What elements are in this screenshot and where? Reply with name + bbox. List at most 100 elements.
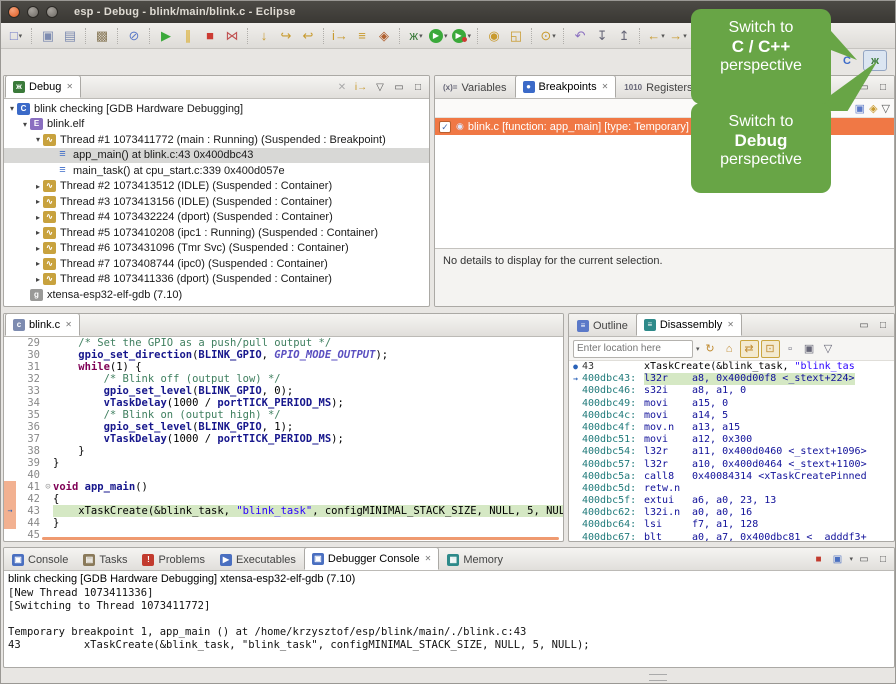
forward-dropdown-arrow[interactable]: ▾ [683,32,687,40]
disassembly-row[interactable]: →400dbc43:l32ra8, 0x400d00f8 <_stext+224… [569,373,894,385]
sync-with-active-context-icon[interactable]: ⇄ [740,340,759,358]
debug-tree-row[interactable]: ▸∿Thread #3 1073413156 (IDLE) (Suspended… [4,194,429,210]
debug-tab-debug[interactable]: жDebug✕ [5,75,81,98]
previous-annotation-icon[interactable]: ↥ [614,27,634,45]
instruction-stepping-mode-icon[interactable]: i→ [330,27,350,45]
editor-line[interactable]: 32 /* Blink off (output low) */ [4,373,563,385]
build-icon[interactable]: ▩ [92,27,112,45]
view-menu-icon[interactable]: ▽ [882,102,890,115]
disassembly-row[interactable]: 400dbc54:l32ra11, 0x400d0460 <_stext+109… [569,446,894,458]
editor-horizontal-scrollbar[interactable] [42,537,559,540]
search-icon[interactable]: ⊙▾ [538,27,558,45]
open-type-icon[interactable]: ◉ [484,27,504,45]
editor-line[interactable]: 42{ [4,493,563,505]
tab-close-icon[interactable]: ✕ [602,82,609,91]
debug-tree-row[interactable]: ▸∿Thread #7 1073408744 (ipc0) (Suspended… [4,256,429,272]
run-dropdown-arrow[interactable]: ▾ [444,32,448,40]
tab-close-icon[interactable]: ✕ [65,320,72,329]
editor-line[interactable]: 35 /* Blink on (output high) */ [4,409,563,421]
debug-tree-row[interactable]: ▸∿Thread #5 1073410208 (ipc1 : Running) … [4,225,429,241]
console-tab-tasks[interactable]: ▤Tasks [76,550,134,570]
terminate-button[interactable]: ■ [810,551,826,567]
right-tab-registers[interactable]: 1010Registers [617,78,699,98]
debug-tree-row[interactable]: gxtensa-esp32-elf-gdb (7.10) [4,287,429,303]
group-by-icon[interactable]: ◈ [869,102,877,115]
console-tab-debugger-console[interactable]: ▣Debugger Console✕ [304,547,439,570]
editor-line[interactable]: 34 vTaskDelay(1000 / portTICK_PERIOD_MS)… [4,397,563,409]
show-full-paths-icon[interactable]: ▣ [855,102,865,115]
new-wizard-icon[interactable]: □▾ [6,27,26,45]
tree-expand-arrow[interactable]: ▸ [33,244,43,253]
console-tab-problems[interactable]: !Problems [135,550,211,570]
tree-expand-arrow[interactable]: ▾ [20,120,30,129]
debug-tree-row[interactable]: ▸∿Thread #6 1073431096 (Tmr Svc) (Suspen… [4,241,429,257]
breakpoint-marker-icon[interactable]: → [4,505,16,517]
tab-close-icon[interactable]: ✕ [66,82,73,91]
debug-tree-row[interactable]: ▸∿Thread #8 1073411336 (dport) (Suspende… [4,272,429,288]
tree-expand-arrow[interactable]: ▾ [33,135,43,144]
tree-expand-arrow[interactable]: ▸ [33,213,43,222]
debug-dropdown-arrow[interactable]: ▾ [419,32,423,40]
editor-line[interactable]: 31 while(1) { [4,361,563,373]
remove-all-terminated-button[interactable]: ✕ [334,79,350,95]
editor-tab-blink.c[interactable]: cblink.c✕ [5,313,80,336]
window-maximize-button[interactable] [46,6,58,18]
disassembly-row[interactable]: 400dbc4c:movia14, 5 [569,410,894,422]
terminate-icon[interactable]: ■ [200,27,220,45]
disconnect-icon[interactable]: ⋈ [222,27,242,45]
coverage-dropdown-arrow[interactable]: ▾ [468,32,472,40]
disassembly-row[interactable]: 400dbc4f:mov.na13, a15 [569,422,894,434]
debug-tree-row[interactable]: ▸∿Thread #4 1073432224 (dport) (Suspende… [4,210,429,226]
search-dropdown-arrow[interactable]: ▾ [552,32,556,40]
step-return-icon[interactable]: ↩ [298,27,318,45]
editor-line[interactable]: 29 /* Set the GPIO as a push/pull output… [4,337,563,349]
console-tab-memory[interactable]: ▦Memory [440,550,510,570]
debug-tree-row[interactable]: ▸∿Thread #2 1073413512 (IDLE) (Suspended… [4,179,429,195]
editor-line[interactable]: 44} [4,517,563,529]
last-edit-location-icon[interactable]: ↶ [570,27,590,45]
open-resource-icon[interactable]: ◱ [506,27,526,45]
minimize-button[interactable]: ▭ [856,317,872,333]
back-dropdown-arrow[interactable]: ▾ [661,32,665,40]
right-tab-variables[interactable]: (x)=Variables [436,78,514,98]
tree-expand-arrow[interactable]: ▸ [33,182,43,191]
window-close-button[interactable] [8,6,20,18]
tree-expand-arrow[interactable]: ▾ [7,104,17,113]
breakpoint-types-icon[interactable]: ◈ [374,27,394,45]
display-selected-console-dropdown-arrow[interactable]: ▾ [849,555,853,563]
disassembly-listing[interactable]: ●43xTaskCreate(&blink_task, "blink_tas→4… [569,361,894,542]
debug-tree-row[interactable]: ≡app_main() at blink.c:43 0x400dbc43 [4,148,429,164]
track-expression-icon[interactable]: ⊡ [761,340,780,358]
debug-configurations-icon[interactable]: ≡ [352,27,372,45]
disassembly-row[interactable]: ●43xTaskCreate(&blink_task, "blink_tas [569,361,894,373]
disassembly-row[interactable]: 400dbc5a:call80x40084314 <xTaskCreatePin… [569,471,894,483]
editor-line[interactable]: 36 gpio_set_level(BLINK_GPIO, 1); [4,421,563,433]
maximize-button[interactable]: □ [410,79,426,95]
right-tab-breakpoints[interactable]: ●Breakpoints✕ [515,75,617,98]
skip-all-breakpoints-icon[interactable]: ⊘ [124,27,144,45]
minimize-button[interactable]: ▭ [391,79,407,95]
save-icon[interactable]: ▣ [38,27,58,45]
editor-line[interactable]: 41⊝void app_main() [4,481,563,493]
maximize-button[interactable]: □ [875,551,891,567]
tree-expand-arrow[interactable]: ▸ [33,228,43,237]
disassembly-row[interactable]: 400dbc64:lsif7, a1, 128 [569,519,894,531]
editor-line[interactable]: 38 } [4,445,563,457]
debug-tree-row[interactable]: ≡main_task() at cpu_start.c:339 0x400d05… [4,163,429,179]
minimize-button[interactable]: ▭ [856,551,872,567]
tab-close-icon[interactable]: ✕ [727,320,734,329]
disassembly-row[interactable]: 400dbc51:movia12, 0x300 [569,434,894,446]
disassembly-tab-outline[interactable]: ≡Outline [570,316,635,336]
open-new-view-icon[interactable]: ▣ [801,341,818,357]
debug-tree-row[interactable]: ▾Eblink.elf [4,117,429,133]
maximize-button[interactable]: □ [875,79,891,95]
code-editor[interactable]: 29 /* Set the GPIO as a push/pull output… [4,337,563,541]
maximize-button[interactable]: □ [875,317,891,333]
run-icon[interactable]: ▶▾ [428,27,449,45]
disassembly-row[interactable]: 400dbc67:blta0, a7, 0x400dbc81 <__adddf3… [569,532,894,542]
breakpoint-checkbox[interactable]: ✓ [439,121,451,133]
tree-expand-arrow[interactable]: ▸ [33,259,43,268]
step-over-icon[interactable]: ↪ [276,27,296,45]
fold-marker-icon[interactable]: ⊝ [43,481,53,493]
instruction-stepping-mode-button[interactable]: i→ [353,79,369,95]
